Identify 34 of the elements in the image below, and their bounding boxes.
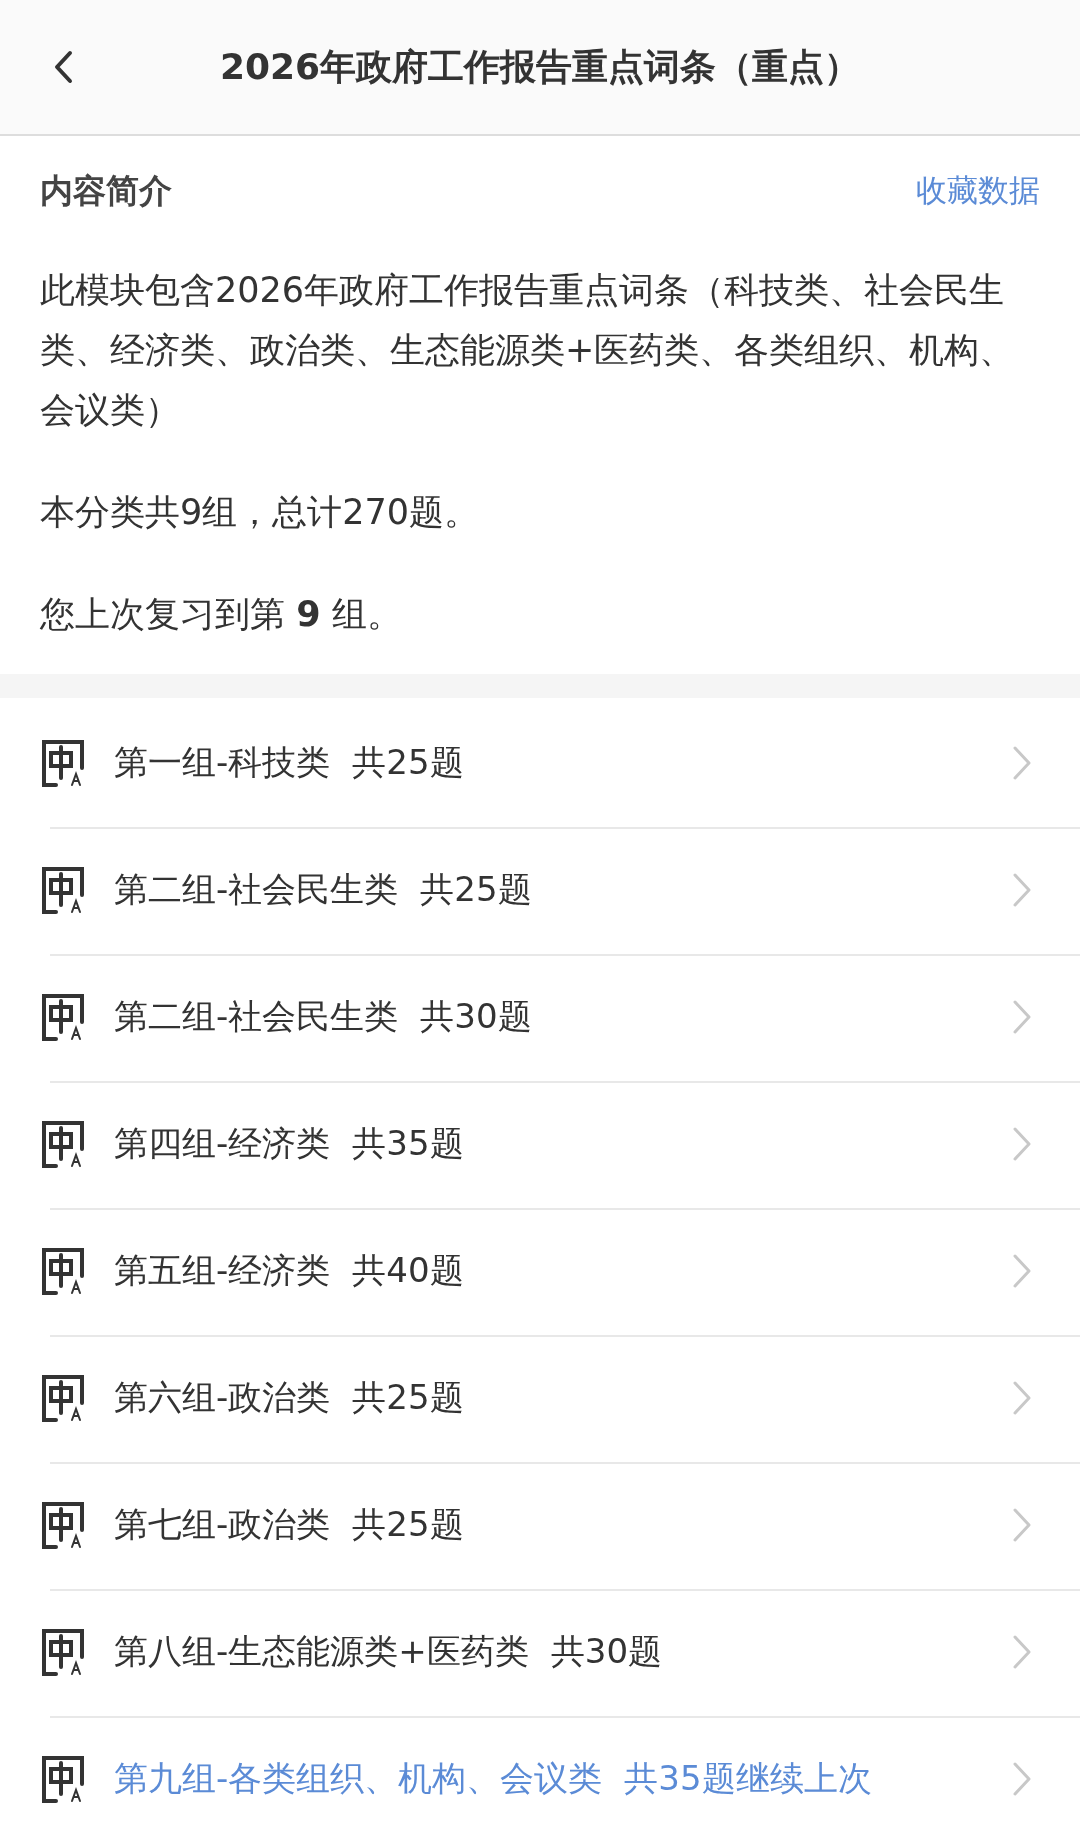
language-icon [40,1372,86,1423]
language-icon [40,1245,86,1296]
chevron-right-icon [1012,998,1032,1035]
group-label: 第一组-科技类 共25题 [114,740,465,784]
language-icon [40,1626,86,1677]
group-label: 第二组-社会民生类 共25题 [114,867,533,911]
group-label: 第八组-生态能源类+医药类 共30题 [114,1629,664,1673]
language-icon [40,991,86,1042]
chevron-right-icon [1012,1379,1032,1416]
group-label: 第六组-政治类 共25题 [114,1375,465,1419]
chevron-right-icon [1012,1760,1032,1797]
group-label: 第七组-政治类 共25题 [114,1502,465,1546]
group-item[interactable]: 第一组-科技类 共25题 [0,698,1080,825]
last-review-text: 您上次复习到第 9 组。 [40,593,403,636]
page-title: 2026年政府工作报告重点词条（重点） [218,44,862,89]
chevron-right-icon [1012,871,1032,908]
section-heading: 内容简介 [40,169,172,212]
group-label: 第九组-各类组织、机构、会议类 共35题继续上次 [114,1756,873,1800]
back-icon [52,50,74,84]
summary-text: 本分类共9组，总计270题。 [40,491,481,534]
language-icon [40,1753,86,1804]
chevron-right-icon [1012,1506,1032,1543]
language-icon [40,864,86,915]
group-label: 第二组-社会民生类 共30题 [114,994,533,1038]
group-label: 第四组-经济类 共35题 [114,1121,465,1165]
chevron-right-icon [1012,1125,1032,1162]
chevron-right-icon [1012,1633,1032,1670]
chevron-right-icon [1012,1252,1032,1289]
language-icon [40,1499,86,1550]
language-icon [40,737,86,788]
language-icon [40,1118,86,1169]
description-text: 此模块包含2026年政府工作报告重点词条（科技类、社会民生类、经济类、政治类、生态能源类+医药类、各类组织、机构、会议类） [40,269,1016,432]
group-label: 第五组-经济类 共40题 [114,1248,465,1292]
chevron-right-icon [1012,744,1032,781]
